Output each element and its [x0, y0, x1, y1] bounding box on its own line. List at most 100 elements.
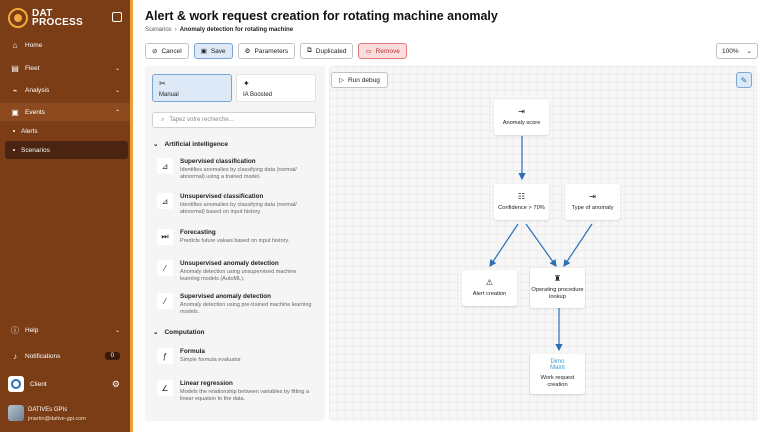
node-label: Alert creation	[472, 290, 507, 297]
collapse-sidebar-icon[interactable]	[112, 12, 122, 22]
node-confidence[interactable]: ☷ Confidence > 70%	[494, 184, 549, 220]
node-anomaly-score[interactable]: ⇥ Anomaly score	[494, 99, 549, 135]
client-logo	[8, 376, 24, 392]
sidebar-subitem-alerts[interactable]: Alerts	[5, 122, 128, 140]
node-item-forecasting[interactable]: ⏭ Forecasting Predicts future values base…	[157, 229, 317, 245]
sparkle-icon: ✦	[243, 79, 250, 88]
mode-manual-button[interactable]: ✂ Manual	[152, 74, 232, 102]
logo[interactable]: DAT PROCESS	[8, 8, 83, 28]
cancel-button[interactable]: ⊘ Cancel	[145, 43, 189, 59]
sidebar-item-fleet[interactable]: ▤ Fleet ⌄	[0, 59, 130, 77]
save-button[interactable]: ▣ Save	[193, 43, 233, 59]
sidebar: DAT PROCESS ⌂ Home ▤ Fleet ⌄ ⌁ Analysis …	[0, 0, 133, 432]
section-label: Computation	[164, 328, 205, 336]
sidebar-item-home[interactable]: ⌂ Home	[0, 36, 130, 54]
book-icon: ♜	[553, 274, 562, 283]
sidebar-item-help[interactable]: ⓘ Help ⌄	[0, 321, 130, 339]
node-item-title: Supervised anomaly detection	[180, 293, 271, 300]
node-alert-creation[interactable]: ⚠ Alert creation	[462, 270, 517, 306]
duplicate-button[interactable]: ⧉ Duplicated	[300, 43, 354, 59]
node-item-supervised-classification[interactable]: ⊿ Supervised classification Identifies an…	[157, 158, 317, 181]
node-type-of-anomaly[interactable]: ⇥ Type of anomaly	[565, 184, 620, 220]
cancel-label: Cancel	[161, 47, 182, 55]
magic-wand-icon[interactable]: ✎	[736, 72, 752, 88]
function-icon: ƒ	[157, 348, 173, 364]
copy-icon: ⧉	[307, 47, 312, 54]
sidebar-item-analysis[interactable]: ⌁ Analysis ⌄	[0, 81, 130, 99]
section-label: Artificial intelligence	[164, 140, 229, 148]
sidebar-item-events[interactable]: ▣ Events ⌃	[0, 103, 130, 121]
node-item-desc: Anomaly detection using unsupervised mac…	[180, 269, 297, 282]
chevron-down-icon: ⌄	[114, 87, 120, 94]
chevron-down-icon: ⌄	[746, 48, 752, 55]
breadcrumb: Scenarios › Anomaly detection for rotati…	[145, 27, 293, 33]
parameters-button[interactable]: ⚙ Parameters	[237, 43, 296, 59]
zoom-value: 100%	[722, 47, 739, 55]
magic-wand-icon: ⁄	[157, 260, 173, 276]
zoom-select[interactable]: 100% ⌄	[716, 43, 758, 59]
avatar[interactable]	[8, 405, 24, 421]
gear-icon[interactable]: ⚙	[112, 379, 120, 390]
node-item-unsupervised-classification[interactable]: ⊿ Unsupervised classification Identifies …	[157, 193, 317, 216]
node-label: Type of anomaly	[571, 204, 614, 211]
dimo-maint-logo: Dimo Maint	[550, 359, 565, 371]
node-item-desc: Simple formula evaluator	[180, 357, 241, 363]
node-label: Confidence > 70%	[498, 204, 545, 211]
sidebar-item-label: Analysis	[25, 86, 50, 94]
chart-icon: ⊿	[157, 193, 173, 209]
node-item-supervised-anomaly-detection[interactable]: ⁄ Supervised anomaly detection Anomaly de…	[157, 293, 317, 316]
sidebar-item-label: Help	[25, 326, 39, 334]
toolbar: ⊘ Cancel ▣ Save ⚙ Parameters ⧉ Duplicate…	[145, 43, 407, 59]
node-item-title: Supervised classification	[180, 158, 256, 165]
search-placeholder: Tapez votre recherche...	[169, 117, 234, 123]
chevron-down-icon: ⌄	[114, 327, 120, 334]
node-item-title: Unsupervised classification	[180, 193, 264, 200]
sidebar-item-notifications[interactable]: ♪ Notifications 0	[0, 347, 130, 365]
node-label: Anomaly score	[502, 119, 541, 126]
run-debug-button[interactable]: ▷ Run debug	[331, 72, 388, 88]
input-icon: ⇥	[589, 191, 596, 201]
duplicate-label: Duplicated	[315, 47, 347, 55]
home-icon: ⌂	[12, 40, 18, 50]
chevron-right-icon: ›	[174, 27, 177, 33]
chevron-down-icon: ⌄	[153, 141, 159, 148]
client-label[interactable]: Client	[30, 381, 47, 388]
run-debug-label: Run debug	[348, 76, 380, 84]
node-item-title: Linear regression	[180, 380, 233, 387]
sidebar-item-label: Events	[25, 108, 45, 116]
input-icon: ⇥	[518, 106, 525, 116]
magic-wand-icon: ⁄	[157, 293, 173, 309]
node-item-desc: Identifies anomalies by classifying data…	[180, 167, 297, 180]
user-email: jmartin@dative-gpi.com	[28, 416, 86, 422]
node-label: Work request creation	[540, 375, 575, 388]
bell-icon: ♪	[13, 351, 17, 361]
page-title: Alert & work request creation for rotati…	[145, 9, 498, 23]
sidebar-item-label: Notifications	[25, 352, 61, 360]
section-computation[interactable]: ⌄ Computation	[153, 328, 205, 337]
node-operating-procedure-lookup[interactable]: ♜ Operating procedure lookup	[530, 268, 585, 308]
remove-button[interactable]: ▭ Remove	[358, 43, 407, 59]
chevron-down-icon: ⌄	[153, 329, 159, 336]
node-item-linear-regression[interactable]: ∠ Linear regression Models the relationsh…	[157, 380, 317, 403]
save-icon: ▣	[200, 48, 207, 55]
analysis-icon: ⌁	[12, 85, 18, 95]
search-input[interactable]: ⌕ Tapez votre recherche...	[152, 112, 316, 128]
help-icon: ⓘ	[11, 325, 19, 335]
mode-ai-boosted-button[interactable]: ✦ IA Boosted	[236, 74, 316, 102]
section-artificial-intelligence[interactable]: ⌄ Artificial intelligence	[153, 140, 229, 149]
remove-label: Remove	[375, 47, 400, 55]
node-item-unsupervised-anomaly-detection[interactable]: ⁄ Unsupervised anomaly detection Anomaly …	[157, 260, 317, 283]
node-item-formula[interactable]: ƒ Formula Simple formula evaluator	[157, 348, 317, 364]
play-icon: ▷	[339, 77, 344, 84]
chevron-down-icon: ⌄	[114, 65, 120, 72]
list-check-icon: ☷	[517, 191, 526, 201]
bullet-icon	[13, 149, 15, 151]
cancel-icon: ⊘	[152, 48, 158, 55]
node-item-title: Forecasting	[180, 229, 216, 236]
node-work-request-creation[interactable]: Dimo Maint Work request creation	[530, 354, 585, 394]
bullet-icon	[13, 130, 15, 132]
sidebar-subitem-scenarios[interactable]: Scenarios	[5, 141, 128, 159]
breadcrumb-root[interactable]: Scenarios	[145, 27, 172, 33]
sidebar-subitem-label: Alerts	[21, 127, 38, 135]
node-item-desc: Models the relationship between variable…	[180, 389, 310, 402]
